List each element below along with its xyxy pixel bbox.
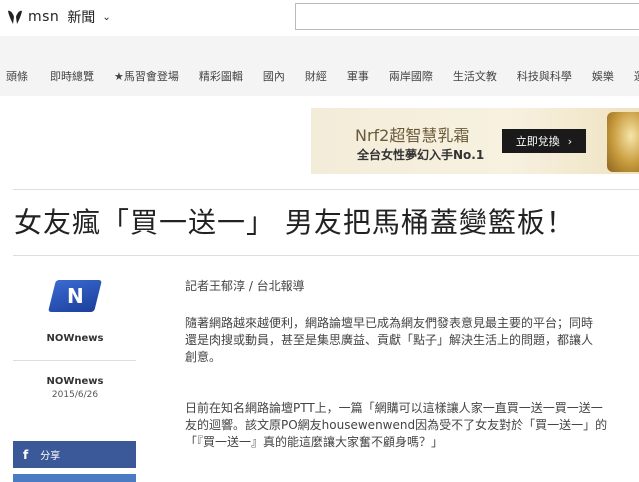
author-name: NOWnews <box>46 376 104 387</box>
paragraph-line: 「『買一送一』真的能這麼讓大家奮不顧身嗎？」 <box>185 435 444 449</box>
paragraph-line: 創意。 <box>185 350 222 364</box>
section-title: 新聞 <box>67 10 96 26</box>
divider <box>13 360 136 361</box>
nav-item[interactable]: 財經 <box>305 68 327 84</box>
nav-item[interactable]: 科技與科學 <box>517 68 572 84</box>
nav-item[interactable]: 娛樂 <box>592 68 614 84</box>
article-paragraph: 隨著網路越來越便利，網路論壇早已成為網友們發表意見最主要的平台；同時 還是肉搜或動… <box>185 315 593 366</box>
nav-item[interactable]: 國內 <box>263 68 285 84</box>
chevron-down-icon[interactable]: ⌄ <box>102 12 110 23</box>
butterfly-icon <box>8 10 22 24</box>
publish-date: 2015/6/26 <box>51 390 99 400</box>
facebook-share-button[interactable]: f 分享 <box>13 441 136 468</box>
share-label: 分享 <box>40 451 61 462</box>
source-name[interactable]: NOWnews <box>0 333 150 344</box>
nav-bar: 頭條 即時總覽 ★馬習會登場 精彩圖輯 國內 財經 軍事 兩岸國際 生活文教 科技與科學 娛樂 運 <box>0 36 639 96</box>
nav-item[interactable]: 頭條 <box>6 68 28 84</box>
ad-cta-button[interactable]: 立即兌換 › <box>502 129 586 153</box>
nav-item[interactable]: 兩岸國際 <box>389 68 433 84</box>
paragraph-line: 隨著網路越來越便利，網路論壇早已成為網友們發表意見最主要的平台；同時 <box>185 316 594 330</box>
nav-item[interactable]: ★馬習會登場 <box>114 68 179 84</box>
paragraph-line: 友的迴響。該文原PO網友housewenwend因為受不了女友對於「買一送一」的 <box>185 418 608 432</box>
nav-item[interactable]: 運 <box>634 68 639 84</box>
paragraph-line: 還是肉搜或動員，甚至是集思廣益、貢獻「點子」解決生活上的問題，都讓人 <box>185 333 594 347</box>
paragraph-line: 日前在知名網路論壇PTT上，一篇「網購可以這樣讓人家一直買一送一買一送一 <box>185 401 603 415</box>
ad-brand: Nrf2超智慧乳霜 <box>355 126 470 145</box>
top-bar: msn 新聞 ⌄ <box>0 0 639 36</box>
article-paragraph: 日前在知名網路論壇PTT上，一篇「網購可以這樣讓人家一直買一送一買一送一 友的迴響… <box>185 400 607 451</box>
article-headline: 女友瘋「買一送一」 男友把馬桶蓋變籃板！ <box>14 206 575 239</box>
facebook-icon: f <box>23 447 29 462</box>
search-input[interactable] <box>295 3 639 30</box>
nav-list: 頭條 即時總覽 ★馬習會登場 精彩圖輯 國內 財經 軍事 兩岸國際 生活文教 科技與科學 娛樂 運 <box>6 68 639 84</box>
nav-item[interactable]: 軍事 <box>347 68 369 84</box>
divider <box>13 255 639 256</box>
nownews-logo[interactable]: N <box>48 280 102 312</box>
nav-item[interactable]: 精彩圖輯 <box>199 68 243 84</box>
chevron-right-icon: › <box>567 134 573 148</box>
secondary-share-button[interactable] <box>13 474 136 482</box>
msn-logo[interactable]: msn 新聞 ⌄ <box>6 6 111 28</box>
ad-cta-label: 立即兌換 <box>515 135 560 148</box>
divider <box>13 189 639 190</box>
product-jar-image <box>607 112 639 172</box>
ad-slogan: 全台女性夢幻入手No.1 <box>357 148 485 162</box>
nownews-logo-letter: N <box>66 284 84 308</box>
brand-text: msn <box>28 9 60 25</box>
nav-item[interactable]: 即時總覽 <box>50 68 94 84</box>
article-byline: 記者王郁淳 / 台北報導 <box>185 279 305 293</box>
ad-banner[interactable]: Nrf2超智慧乳霜 全台女性夢幻入手No.1 立即兌換 › <box>311 108 639 174</box>
nav-item[interactable]: 生活文教 <box>453 68 497 84</box>
